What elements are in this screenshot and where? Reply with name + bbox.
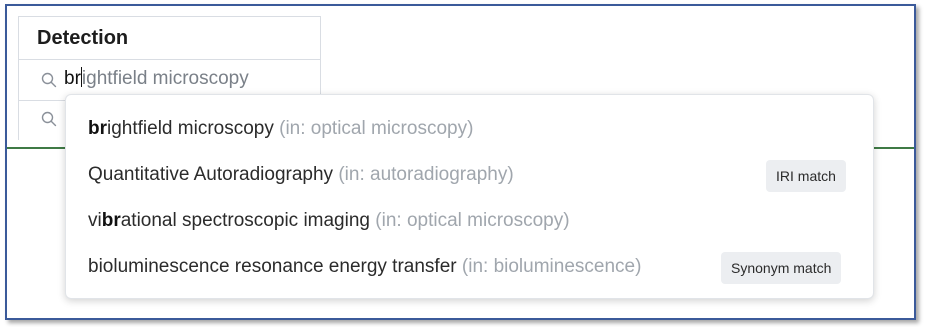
- suggestion-context: (in: autoradiography): [338, 164, 514, 185]
- autocomplete-hint: ightfield microscopy: [81, 68, 249, 89]
- suggestion-label: bioluminescence resonance energy transfe…: [88, 256, 642, 277]
- suggestion-label: Quantitative Autoradiography (in: autora…: [88, 164, 514, 185]
- autocomplete-dropdown: brightfield microscopy (in: optical micr…: [65, 94, 874, 299]
- detection-search-input[interactable]: brightfield microscopy: [64, 67, 249, 90]
- screenshot-frame: Detection brightfield microscopy brightf…: [5, 4, 916, 320]
- suggestion-option[interactable]: brightfield microscopy (in: optical micr…: [66, 106, 873, 152]
- column-header-detection: Detection: [19, 17, 320, 60]
- match-type-badge: IRI match: [766, 160, 846, 192]
- suggestion-option[interactable]: vibrational spectroscopic imaging (in: o…: [66, 198, 873, 244]
- suggestion-context: (in: optical microscopy): [279, 118, 474, 139]
- suggestion-label: vibrational spectroscopic imaging (in: o…: [88, 210, 570, 231]
- suggestion-label: brightfield microscopy (in: optical micr…: [88, 118, 474, 139]
- suggestion-context: (in: optical microscopy): [375, 210, 570, 231]
- match-highlight: br: [88, 118, 107, 139]
- column-header-title: Detection: [37, 27, 129, 49]
- search-icon: [41, 72, 57, 88]
- suggestion-option[interactable]: Quantitative Autoradiography (in: autora…: [66, 152, 873, 198]
- match-type-badge: Synonym match: [721, 252, 842, 284]
- search-icon: [41, 111, 57, 127]
- typed-text: br: [64, 68, 81, 89]
- suggestion-option[interactable]: bioluminescence resonance energy transfe…: [66, 244, 873, 290]
- suggestion-context: (in: bioluminescence): [461, 256, 642, 277]
- match-highlight: br: [101, 210, 121, 231]
